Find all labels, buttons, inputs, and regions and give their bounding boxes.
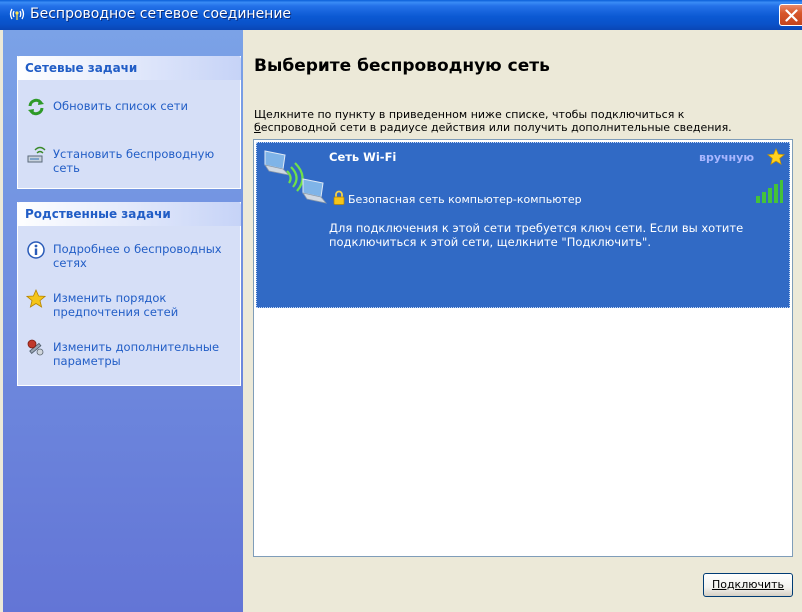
network-description: Для подключения к этой сети требуется кл… xyxy=(329,221,744,249)
refresh-icon xyxy=(26,97,46,117)
page-heading: Выберите беспроводную сеть xyxy=(254,56,550,76)
change-preferred-order-task[interactable]: Изменить порядок предпочтения сетей xyxy=(18,288,240,319)
network-tasks-panel: Сетевые задачи Обновить список сети Уста… xyxy=(17,56,241,189)
instruction-line-2: беспроводной сети в радиусе действия или… xyxy=(254,121,794,134)
learn-wireless-label[interactable]: Подробнее о беспроводных сетях xyxy=(53,242,238,270)
instruction-text: Щелкните по пункту в приведенном ниже сп… xyxy=(254,108,794,134)
wireless-computer-network-icon xyxy=(263,149,328,207)
wireless-connection-window: Беспроводное сетевое соединение Сетевые … xyxy=(0,0,802,612)
security-type: Безопасная сеть компьютер-компьютер xyxy=(348,193,582,206)
signal-strength-icon xyxy=(755,180,783,204)
star-icon xyxy=(25,288,47,309)
change-advanced-settings-task[interactable]: Изменить дополнительные параметры xyxy=(18,338,240,368)
close-button[interactable] xyxy=(779,4,802,26)
change-advanced-settings-label[interactable]: Изменить дополнительные параметры xyxy=(53,340,238,368)
connect-button[interactable]: Подключить xyxy=(703,573,793,597)
connect-button-label: Подключить xyxy=(711,578,785,591)
learn-wireless-task[interactable]: Подробнее о беспроводных сетях xyxy=(18,240,240,270)
title-bar[interactable]: Беспроводное сетевое соединение xyxy=(0,0,802,30)
network-tasks-title: Сетевые задачи xyxy=(25,61,138,75)
change-preferred-order-label[interactable]: Изменить порядок предпочтения сетей xyxy=(53,291,238,319)
related-tasks-panel: Родственные задачи Подробнее о беспровод… xyxy=(17,202,241,386)
preferred-star-icon xyxy=(766,147,786,166)
wireless-signal-icon xyxy=(7,6,27,22)
info-icon xyxy=(26,240,46,260)
setup-wireless-network-task[interactable]: Установить беспроводную сеть xyxy=(18,145,240,175)
refresh-network-list-label[interactable]: Обновить список сети xyxy=(53,99,238,113)
settings-icon xyxy=(26,338,46,358)
refresh-network-list-task[interactable]: Обновить список сети xyxy=(18,97,240,117)
setup-wireless-network-label[interactable]: Установить беспроводную сеть xyxy=(53,147,238,175)
related-tasks-header[interactable]: Родственные задачи xyxy=(17,202,241,226)
network-name: Сеть Wi-Fi xyxy=(329,150,397,164)
network-list-item[interactable]: Сеть Wi-Fi вручную Безопасная сеть компь… xyxy=(256,142,790,308)
instruction-line-1: Щелкните по пункту в приведенном ниже сп… xyxy=(254,108,685,121)
instruction-accelerator: б xyxy=(254,121,261,134)
task-pane: Сетевые задачи Обновить список сети Уста… xyxy=(3,30,243,612)
related-tasks-title: Родственные задачи xyxy=(25,207,171,221)
connection-mode-label: вручную xyxy=(699,151,755,164)
lock-icon xyxy=(333,190,345,205)
setup-wireless-icon xyxy=(26,145,46,165)
window-title: Беспроводное сетевое соединение xyxy=(30,6,292,22)
network-tasks-header[interactable]: Сетевые задачи xyxy=(17,56,241,80)
instruction-line-2-rest: еспроводной сети в радиусе действия или … xyxy=(260,121,732,134)
network-list[interactable]: Сеть Wi-Fi вручную Безопасная сеть компь… xyxy=(253,139,793,557)
